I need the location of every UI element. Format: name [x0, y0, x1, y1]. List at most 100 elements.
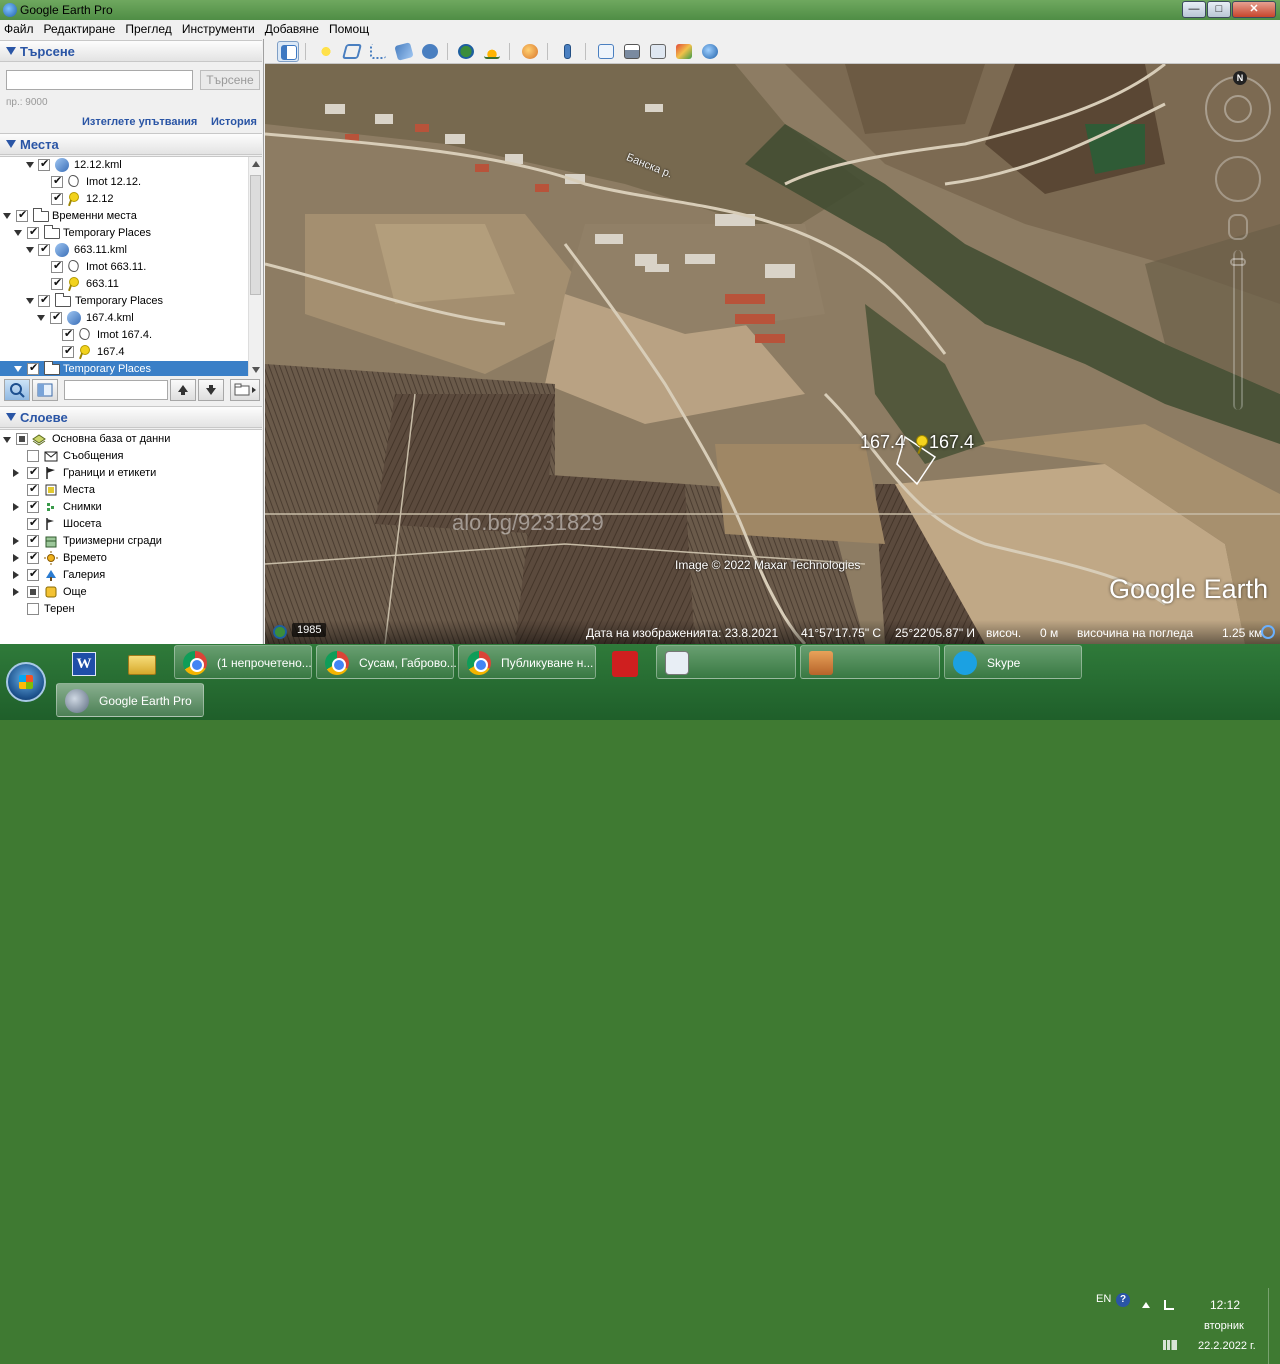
search-panel-header[interactable]: Търсене: [0, 40, 262, 62]
tree-item-folder[interactable]: Временни места: [0, 208, 248, 225]
add-overlay-tool[interactable]: [393, 41, 415, 62]
zoom-slider[interactable]: [1230, 250, 1246, 410]
add-path-tool[interactable]: [367, 41, 389, 62]
planets-tool[interactable]: [519, 41, 541, 62]
clock-time[interactable]: 12:12: [1210, 1298, 1240, 1312]
layer-item[interactable]: Основна база от данни: [0, 431, 262, 448]
tree-item-pin[interactable]: 663.11: [0, 276, 248, 293]
get-directions-link[interactable]: Изтеглете упътвания: [82, 116, 197, 128]
add-placemark-tool[interactable]: [315, 41, 337, 62]
tree-item-polygon[interactable]: Imot 663.11.: [0, 259, 248, 276]
taskbar-chrome-3[interactable]: Публикуване н...: [458, 645, 596, 679]
toggle-sidebar-tool[interactable]: [277, 41, 299, 62]
tree-item-pin[interactable]: 167.4: [0, 344, 248, 361]
tree-item-folder[interactable]: Temporary Places: [0, 225, 248, 242]
record-tour-tool[interactable]: [419, 41, 441, 62]
checkbox[interactable]: [27, 567, 39, 581]
checkbox[interactable]: [27, 482, 39, 496]
look-control[interactable]: N: [1205, 71, 1271, 142]
places-filter-input[interactable]: [64, 380, 168, 400]
menu-tools[interactable]: Инструменти: [177, 20, 260, 36]
checkbox[interactable]: [51, 191, 63, 205]
expand-arrow-icon[interactable]: [3, 437, 11, 443]
layer-item[interactable]: Терен: [0, 601, 262, 618]
layer-item[interactable]: Времето: [0, 550, 262, 567]
taskbar-chrome-2[interactable]: Сусам, Габрово...: [316, 645, 457, 679]
checkbox[interactable]: [38, 293, 50, 307]
menu-edit[interactable]: Редактиране: [39, 20, 121, 36]
layers-panel-header[interactable]: Слоеве: [0, 406, 262, 428]
layer-item[interactable]: Места: [0, 482, 262, 499]
expand-arrow-icon[interactable]: [14, 366, 22, 372]
layer-item[interactable]: Още: [0, 584, 262, 601]
layer-item[interactable]: Шосета: [0, 516, 262, 533]
close-button[interactable]: ✕: [1232, 1, 1276, 18]
historical-imagery-icon[interactable]: [273, 625, 287, 639]
expand-arrow-icon[interactable]: [13, 537, 19, 545]
move-control[interactable]: [1215, 156, 1261, 202]
show-desktop-button[interactable]: [1268, 1288, 1280, 1364]
taskbar-acrobat[interactable]: [604, 647, 648, 681]
save-image-tool[interactable]: [647, 41, 669, 62]
expand-arrow-icon[interactable]: [14, 230, 22, 236]
places-scrollbar[interactable]: [248, 157, 262, 376]
expand-arrow-icon[interactable]: [26, 298, 34, 304]
history-link[interactable]: История: [211, 116, 257, 128]
places-panel-header[interactable]: Места: [0, 133, 262, 155]
checkbox[interactable]: [27, 586, 39, 598]
scroll-up-icon[interactable]: [252, 161, 260, 167]
expand-arrow-icon[interactable]: [26, 247, 34, 253]
search-input[interactable]: [6, 70, 193, 90]
move-up-button[interactable]: [170, 379, 196, 401]
minimize-button[interactable]: —: [1182, 1, 1206, 18]
menu-add[interactable]: Добавяне: [260, 20, 324, 36]
taskbar-chrome-1[interactable]: (1 непрочетено...: [174, 645, 312, 679]
layer-item[interactable]: Съобщения: [0, 448, 262, 465]
show-hidden-icons-icon[interactable]: [1142, 1302, 1150, 1308]
view-in-maps-tool[interactable]: [673, 41, 695, 62]
checkbox[interactable]: [27, 533, 39, 547]
add-polygon-tool[interactable]: [341, 41, 363, 62]
checkbox[interactable]: [62, 344, 74, 358]
checkbox[interactable]: [27, 499, 39, 513]
checkbox[interactable]: [50, 310, 62, 324]
clock-date[interactable]: 22.2.2022 г.: [1198, 1340, 1256, 1352]
expand-arrow-icon[interactable]: [3, 213, 11, 219]
help-icon[interactable]: ?: [1116, 1293, 1130, 1307]
expand-arrow-icon[interactable]: [13, 588, 19, 596]
move-down-button[interactable]: [198, 379, 224, 401]
tree-item-polygon[interactable]: Imot 167.4.: [0, 327, 248, 344]
look-joystick-icon[interactable]: [1224, 95, 1252, 123]
zoom-slider-thumb[interactable]: [1230, 258, 1246, 266]
menu-file[interactable]: Файл: [0, 20, 39, 36]
expand-arrow-icon[interactable]: [26, 162, 34, 168]
taskbar-skype[interactable]: Skype: [944, 645, 1082, 679]
scroll-thumb[interactable]: [250, 175, 261, 295]
checkbox[interactable]: [38, 242, 50, 256]
clock-weekday[interactable]: вторник: [1204, 1320, 1244, 1332]
print-tool[interactable]: [621, 41, 643, 62]
earth-gallery-tool[interactable]: [699, 41, 721, 62]
tree-item-pin[interactable]: 12.12: [0, 191, 248, 208]
taskbar-google-earth-active[interactable]: Google Earth Pro: [56, 683, 204, 717]
expand-arrow-icon[interactable]: [13, 571, 19, 579]
checkbox[interactable]: [38, 157, 50, 171]
email-tool[interactable]: [595, 41, 617, 62]
tree-item-kml[interactable]: 167.4.kml: [0, 310, 248, 327]
checkbox[interactable]: [27, 516, 39, 530]
map-view[interactable]: 167.4 167.4 Банска р. alo.bg/9231829 Ima…: [265, 64, 1280, 644]
start-button[interactable]: [6, 662, 46, 702]
menu-help[interactable]: Помощ: [324, 20, 374, 36]
scroll-down-icon[interactable]: [252, 367, 260, 373]
checkbox[interactable]: [51, 174, 63, 188]
tree-item-kml[interactable]: 663.11.kml: [0, 242, 248, 259]
search-places-button[interactable]: [4, 379, 30, 401]
checkbox[interactable]: [27, 450, 39, 462]
imagery-year-badge[interactable]: 1985: [292, 623, 327, 637]
tree-item-polygon[interactable]: Imot 12.12.: [0, 174, 248, 191]
checkbox[interactable]: [62, 327, 74, 341]
checkbox[interactable]: [51, 259, 63, 273]
checkbox[interactable]: [27, 550, 39, 564]
taskbar-app[interactable]: [800, 645, 940, 679]
historical-imagery-tool[interactable]: [455, 41, 477, 62]
